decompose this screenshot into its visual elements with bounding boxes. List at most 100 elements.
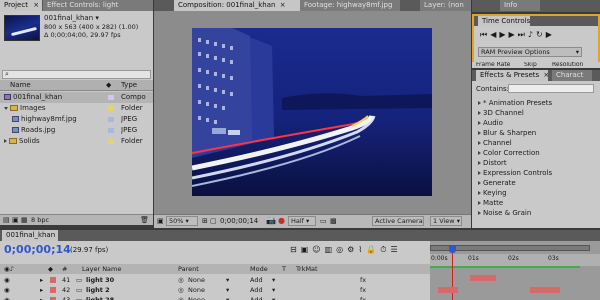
- effect-fx-icon[interactable]: fx: [360, 285, 366, 295]
- layer-name[interactable]: light 30: [86, 275, 114, 285]
- tab-effects-presets[interactable]: Effects & Presets ×: [476, 70, 548, 81]
- composition-canvas[interactable]: [192, 28, 432, 196]
- play-icon[interactable]: ▶: [499, 30, 508, 39]
- loop-icon[interactable]: ↻: [536, 30, 546, 39]
- project-item[interactable]: highway8mf.jpg JPEG: [0, 114, 153, 125]
- expand-right-icon[interactable]: [478, 141, 481, 145]
- parent-pickwhip-icon[interactable]: ◎: [178, 285, 184, 295]
- transparency-grid-icon[interactable]: ▩: [330, 217, 337, 225]
- header-parent[interactable]: Parent: [178, 264, 199, 274]
- project-item[interactable]: 001final_khan Compo: [0, 92, 153, 103]
- interpret-footage-icon[interactable]: ▤: [3, 216, 10, 224]
- effects-category-item[interactable]: Blur & Sharpen: [474, 128, 596, 138]
- ram-preview-select[interactable]: RAM Preview Options ▾: [478, 47, 582, 57]
- label-color-chip[interactable]: [108, 95, 114, 100]
- layer-name[interactable]: light 2: [86, 285, 110, 295]
- tab-character[interactable]: Charact: [552, 70, 592, 81]
- snapshot-icon[interactable]: 📷: [266, 216, 276, 225]
- expand-right-icon[interactable]: [478, 211, 481, 215]
- expand-right-icon[interactable]: [478, 111, 481, 115]
- parent-pickwhip-icon[interactable]: ◎: [178, 275, 184, 285]
- project-item[interactable]: Solids Folder: [0, 136, 153, 147]
- draft-3d-icon[interactable]: ▣: [301, 245, 313, 254]
- mode-select[interactable]: Add: [250, 295, 263, 300]
- ram-preview-icon[interactable]: ▶: [546, 30, 555, 39]
- live-update-icon[interactable]: ⊟: [290, 245, 301, 254]
- parent-select[interactable]: None: [188, 275, 205, 285]
- expand-right-icon[interactable]: [478, 101, 481, 105]
- column-type[interactable]: Type: [121, 80, 137, 91]
- tab-time-controls[interactable]: Time Controls: [478, 16, 530, 26]
- layer-bar[interactable]: [438, 287, 458, 293]
- brainstorm-icon[interactable]: ⚙: [347, 245, 358, 254]
- effects-category-item[interactable]: Audio: [474, 118, 596, 128]
- mode-select[interactable]: Add: [250, 275, 263, 285]
- new-comp-icon[interactable]: ▦: [21, 216, 28, 224]
- header-t[interactable]: T: [282, 264, 286, 274]
- layer-row[interactable]: ◉ ▸ 41 ▭ light 30 ◎ None ▾ Add ▾ fx: [0, 275, 430, 285]
- project-search-input[interactable]: ⌕: [2, 70, 151, 79]
- parent-select[interactable]: None: [188, 295, 205, 300]
- header-trkmat[interactable]: TrkMat: [296, 264, 318, 274]
- expand-right-icon[interactable]: [4, 139, 7, 143]
- expand-right-icon[interactable]: ▸: [40, 285, 43, 295]
- mask-view-icon[interactable]: ▢: [210, 217, 217, 225]
- header-mode[interactable]: Mode: [250, 264, 268, 274]
- effect-fx-icon[interactable]: fx: [360, 275, 366, 285]
- prev-frame-icon[interactable]: ◀: [490, 30, 499, 39]
- frame-blend-icon[interactable]: ▥: [325, 245, 337, 254]
- camera-select[interactable]: Active Camera ▾: [372, 216, 424, 226]
- motion-blur-icon[interactable]: ◎: [336, 245, 347, 254]
- expand-right-icon[interactable]: [478, 151, 481, 155]
- chevron-down-icon[interactable]: ▾: [272, 285, 275, 295]
- effects-category-item[interactable]: Channel: [474, 138, 596, 148]
- new-folder-icon[interactable]: ▣: [12, 216, 19, 224]
- expand-right-icon[interactable]: ▸: [40, 295, 43, 300]
- effects-category-item[interactable]: Color Correction: [474, 148, 596, 158]
- next-frame-icon[interactable]: ▶: [509, 30, 518, 39]
- effects-category-item[interactable]: Expression Controls: [474, 168, 596, 178]
- playhead-handle-icon[interactable]: [449, 246, 456, 253]
- project-item[interactable]: Images Folder: [0, 103, 153, 114]
- label-color-chip[interactable]: [108, 128, 114, 133]
- tab-layer[interactable]: Layer: (non: [420, 0, 471, 11]
- flowchart-icon[interactable]: ☰: [390, 245, 401, 254]
- label-color-chip[interactable]: [108, 117, 114, 122]
- close-icon[interactable]: ×: [33, 1, 39, 9]
- time-ruler[interactable]: 0:00s 01s 02s 03s: [430, 254, 600, 266]
- zoom-select[interactable]: 50% ▾: [166, 216, 198, 226]
- effects-category-item[interactable]: * Animation Presets: [474, 98, 596, 108]
- chevron-down-icon[interactable]: ▾: [226, 275, 229, 285]
- tab-effect-controls[interactable]: Effect Controls: light: [43, 0, 153, 11]
- trash-icon[interactable]: 🗑: [140, 216, 149, 224]
- expand-right-icon[interactable]: [478, 201, 481, 205]
- bpc-label[interactable]: 8 bpc: [31, 216, 49, 224]
- label-color-chip[interactable]: [50, 287, 56, 293]
- chevron-down-icon[interactable]: ▾: [272, 295, 275, 300]
- expand-right-icon[interactable]: [478, 171, 481, 175]
- effects-category-item[interactable]: 3D Channel: [474, 108, 596, 118]
- lock-icon[interactable]: 🔒: [366, 245, 380, 254]
- shy-icon[interactable]: ☺: [312, 245, 324, 254]
- safe-margins-icon[interactable]: ⊞: [202, 217, 208, 225]
- expand-down-icon[interactable]: [4, 106, 8, 110]
- region-of-interest-icon[interactable]: ▭: [320, 217, 327, 225]
- expand-right-icon[interactable]: ▸: [40, 275, 43, 285]
- stopwatch-icon[interactable]: ⏱: [380, 245, 390, 254]
- tab-info[interactable]: Info: [500, 0, 540, 11]
- layer-row[interactable]: ◉ ▸ 43 ▭ light 28 ◎ None ▾ Add ▾ fx: [0, 295, 430, 300]
- expand-right-icon[interactable]: [478, 131, 481, 135]
- column-name[interactable]: Name: [10, 80, 31, 91]
- effects-category-item[interactable]: Noise & Grain: [474, 208, 596, 218]
- label-color-chip[interactable]: [50, 277, 56, 283]
- layer-name[interactable]: light 28: [86, 295, 114, 300]
- always-preview-icon[interactable]: ▣: [157, 217, 164, 225]
- label-color-chip[interactable]: [108, 106, 114, 111]
- viewer-timecode[interactable]: 0;00;00;14: [220, 217, 258, 225]
- tab-project[interactable]: Project ×: [0, 0, 42, 11]
- chevron-down-icon[interactable]: ▾: [226, 295, 229, 300]
- chevron-down-icon[interactable]: ▾: [226, 285, 229, 295]
- effects-category-item[interactable]: Matte: [474, 198, 596, 208]
- expand-right-icon[interactable]: [478, 161, 481, 165]
- layer-bar[interactable]: [470, 275, 496, 281]
